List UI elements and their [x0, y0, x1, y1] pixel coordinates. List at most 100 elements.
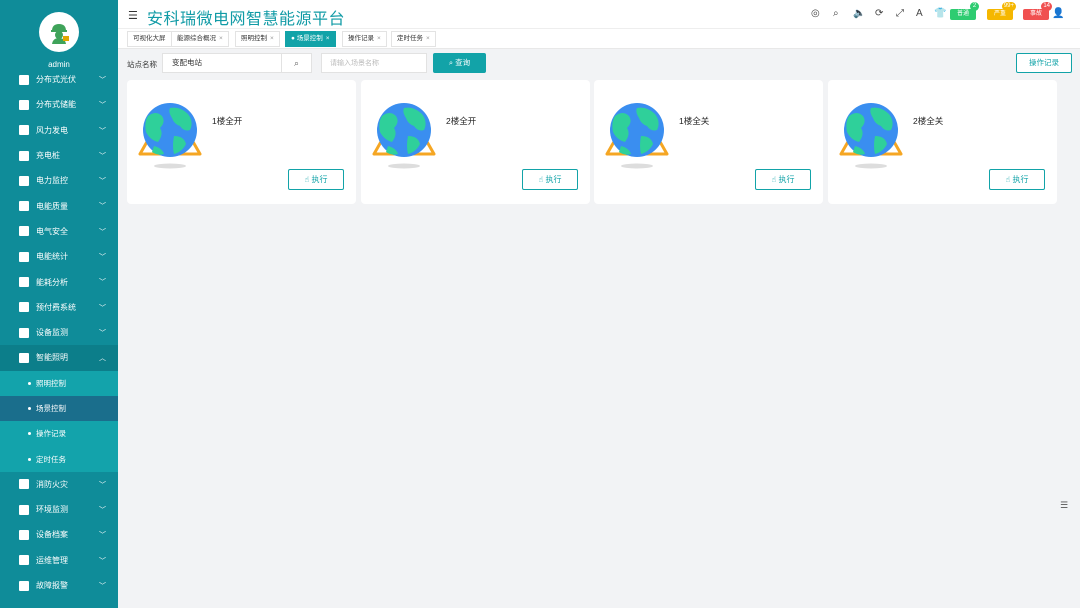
maintenance-icon: [19, 555, 29, 566]
menu-toggle-icon[interactable]: ☰: [128, 9, 138, 22]
environment-icon: [19, 504, 29, 515]
sidebar-item-label: 电气安全: [36, 226, 68, 236]
sidebar-subitem-label: 照明控制: [36, 378, 66, 388]
sidebar-item-label: 分布式光伏: [36, 75, 76, 85]
tab-dashboard[interactable]: 可视化大屏: [127, 31, 172, 47]
chevron-down-icon: ﹀: [99, 582, 106, 590]
close-icon[interactable]: ×: [270, 35, 274, 42]
chevron-down-icon: ﹀: [99, 178, 106, 186]
sidebar-item[interactable]: 电力监控 ﹀: [0, 168, 118, 193]
close-icon[interactable]: ×: [219, 35, 223, 42]
font-size-icon[interactable]: A: [916, 8, 923, 19]
sidebar-subitem-label: 定时任务: [36, 454, 66, 464]
refresh-icon[interactable]: ⟳: [875, 8, 883, 19]
sidebar-subitem[interactable]: 定时任务: [0, 446, 118, 472]
alarm-serious-label: 严重: [993, 11, 1006, 17]
sidebar: admin 分布式光伏 ﹀ 分布式储能 ﹀ 风力发电 ﹀ 充电桩 ﹀ 电力监控 ﹀ 电能质量 ﹀ 电气安…: [0, 0, 118, 608]
tab-energy-overview[interactable]: 能源综合概况 ×: [171, 31, 229, 47]
hand-pointer-icon: ☝: [304, 175, 312, 184]
avatar[interactable]: [39, 12, 79, 52]
execute-label: 执行: [545, 175, 562, 184]
execute-button[interactable]: ☝ 执行: [755, 169, 811, 190]
chevron-down-icon: ﹀: [99, 329, 106, 337]
search-icon[interactable]: ⌕: [833, 8, 839, 19]
operation-log-button[interactable]: 操作记录: [1016, 53, 1072, 73]
theme-icon[interactable]: 👕: [934, 8, 946, 19]
sidebar-item[interactable]: 电能质量 ﹀: [0, 193, 118, 218]
sidebar-item[interactable]: 分布式储能 ﹀: [0, 92, 118, 117]
sidebar-item[interactable]: 电气安全 ﹀: [0, 219, 118, 244]
alarm-normal-button[interactable]: 普通 2: [950, 2, 979, 20]
globe-icon: [835, 102, 907, 174]
close-icon[interactable]: ×: [326, 35, 330, 42]
sidebar-item[interactable]: 设备档案 ﹀: [0, 522, 118, 547]
scene-name-input[interactable]: [321, 53, 427, 73]
close-icon[interactable]: ×: [377, 35, 381, 42]
sidebar-item-label: 电能质量: [36, 201, 68, 211]
sidebar-item[interactable]: 智能照明 ︿: [0, 345, 118, 371]
safety-icon: [19, 226, 29, 237]
bullet-icon: [28, 457, 31, 461]
sidebar-item-label: 能耗分析: [36, 277, 68, 287]
archive-icon: [19, 529, 29, 540]
sidebar-item[interactable]: 设备监测 ﹀: [0, 320, 118, 345]
sidebar-item[interactable]: 风力发电 ﹀: [0, 118, 118, 143]
sidebar-item[interactable]: 故障报警 ﹀: [0, 573, 118, 598]
wind-icon: [19, 125, 29, 136]
chevron-down-icon: ﹀: [99, 152, 106, 160]
scene-card: 1楼全开 ☝ 执行: [127, 80, 356, 204]
sidebar-subitem-label: 操作记录: [36, 429, 66, 439]
help-icon[interactable]: ◎: [811, 8, 820, 19]
close-icon[interactable]: ×: [426, 35, 430, 42]
query-button[interactable]: ⌕ 查询: [433, 53, 486, 73]
sidebar-item-label: 运维管理: [36, 555, 68, 565]
sidebar-item-label: 故障报警: [36, 581, 68, 591]
tab-scheduled-tasks[interactable]: 定时任务 ×: [391, 31, 436, 47]
sidebar-subitem[interactable]: 场景控制: [0, 395, 118, 422]
alarm-serious-button[interactable]: 严重 99+: [987, 2, 1016, 20]
worker-icon: [51, 24, 69, 44]
sidebar-item[interactable]: 充电桩 ﹀: [0, 143, 118, 168]
solar-icon: [19, 74, 29, 85]
tab-scene-control[interactable]: ● 场景控制 ×: [285, 31, 336, 47]
tab-lighting-control[interactable]: 照明控制 ×: [235, 31, 280, 47]
sidebar-item[interactable]: 消防火灾 ﹀: [0, 472, 118, 497]
sidebar-item[interactable]: 预付费系统 ﹀: [0, 295, 118, 320]
sidebar-subitem[interactable]: 操作记录: [0, 421, 118, 447]
scene-card: 1楼全关 ☝ 执行: [594, 80, 823, 204]
sidebar-item[interactable]: 分布式光伏 ﹀: [0, 67, 118, 92]
user-icon[interactable]: 👤: [1052, 8, 1064, 19]
execute-button[interactable]: ☝ 执行: [288, 169, 344, 190]
filter-settings-icon[interactable]: ☰: [1060, 500, 1068, 511]
sidebar-item[interactable]: 能耗分析 ﹀: [0, 269, 118, 294]
battery-icon: [19, 99, 29, 110]
tabs-bar: 可视化大屏 能源综合概况 × 照明控制 × ● 场景控制 × 操作记录 × 定时任务 ×: [118, 29, 1080, 49]
sidebar-menu: 分布式光伏 ﹀ 分布式储能 ﹀ 风力发电 ﹀ 充电桩 ﹀ 电力监控 ﹀ 电能质量 ﹀ 电气安全 ﹀ 电能统计…: [0, 67, 118, 598]
sidebar-item[interactable]: 电能统计 ﹀: [0, 244, 118, 269]
quality-icon: [19, 201, 29, 212]
sidebar-subitem[interactable]: 照明控制: [0, 370, 118, 396]
alarm-icon: [19, 580, 29, 591]
sidebar-subitem-label: 场景控制: [36, 404, 66, 413]
charger-icon: [19, 150, 29, 161]
station-select[interactable]: 变配电站: [162, 53, 282, 73]
tab-label: 照明控制: [241, 35, 267, 42]
scene-card: 2楼全开 ☝ 执行: [361, 80, 590, 204]
chevron-down-icon: ﹀: [99, 279, 106, 287]
sidebar-item[interactable]: 环境监测 ﹀: [0, 497, 118, 522]
globe-icon: [134, 102, 206, 174]
execute-button[interactable]: ☝ 执行: [989, 169, 1045, 190]
station-search-icon[interactable]: ⌕: [282, 53, 312, 73]
scene-name: 2楼全开: [446, 116, 477, 126]
speaker-icon[interactable]: 🔈: [853, 8, 865, 19]
lighting-icon: [19, 352, 29, 363]
hand-pointer-icon: ☝: [771, 175, 779, 184]
chevron-up-icon: ︿: [99, 355, 106, 363]
sidebar-item[interactable]: 运维管理 ﹀: [0, 548, 118, 573]
execute-button[interactable]: ☝ 执行: [522, 169, 578, 190]
fullscreen-icon[interactable]: ⤢: [896, 8, 904, 19]
alarm-accident-count: 14: [1041, 2, 1052, 11]
sidebar-item-label: 电能统计: [36, 252, 68, 262]
alarm-accident-button[interactable]: 事故 14: [1023, 2, 1052, 20]
tab-operation-log[interactable]: 操作记录 ×: [342, 31, 387, 47]
